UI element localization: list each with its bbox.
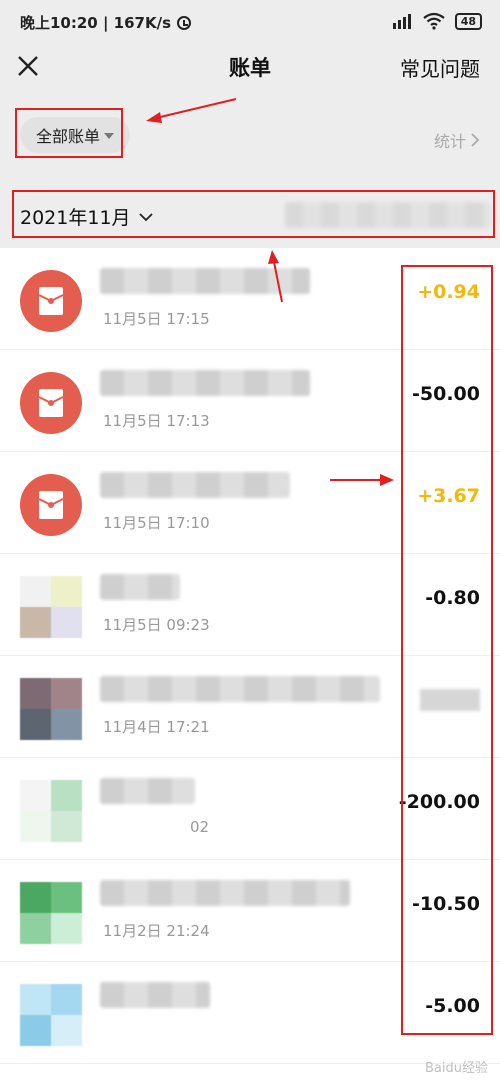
chevron-right-icon [471, 133, 480, 147]
month-picker[interactable]: 2021年11月 [20, 203, 153, 230]
avatar-icon [20, 882, 82, 944]
bill-name-blurred [100, 472, 290, 498]
bill-time: 02 [190, 818, 210, 836]
bill-name-blurred [100, 268, 310, 294]
bill-row[interactable]: 11月5日 17:15 +0.94 [0, 248, 500, 350]
bill-amount: -10.50 [412, 893, 480, 915]
bill-time: 11月4日 17:21 [103, 718, 210, 736]
status-bar: 晚上10:20 | 167K/s 48 [0, 0, 500, 44]
bill-amount: -5.00 [425, 995, 480, 1017]
battery-level: 48 [460, 14, 476, 28]
bill-amount: -0.80 [425, 587, 480, 609]
bill-time: 11月5日 17:15 [103, 310, 210, 328]
battery-icon: 48 [454, 12, 482, 30]
bill-amount: +3.67 [417, 485, 480, 507]
avatar-icon [20, 678, 82, 740]
avatar-icon [20, 780, 82, 842]
bill-row[interactable]: 11月5日 09:23 -0.80 [0, 554, 500, 656]
bill-name-blurred [100, 370, 310, 396]
bill-type-label: 全部账单 [35, 127, 100, 146]
status-left: 晚上10:20 | 167K/s [20, 12, 192, 33]
month-row: 2021年11月 [0, 180, 500, 248]
chevron-down-icon [138, 212, 153, 221]
bill-name-blurred [100, 574, 180, 600]
bill-time: 11月5日 17:10 [103, 514, 210, 532]
bill-row[interactable]: 11月5日 17:10 +3.67 [0, 452, 500, 554]
red-packet-icon [20, 372, 82, 434]
bill-row[interactable]: 11月2日 21:24 -10.50 [0, 860, 500, 962]
red-packet-icon [20, 474, 82, 536]
bill-amount: -50.00 [412, 383, 480, 405]
signal-icon [392, 14, 411, 29]
month-summary-blurred [285, 202, 490, 228]
bill-row[interactable]: -5.00 [0, 962, 500, 1064]
bill-amount: +0.94 [417, 281, 480, 303]
red-packet-icon [20, 270, 82, 332]
watermark: Baidu经验 [425, 1061, 488, 1076]
bill-name-blurred [100, 982, 210, 1008]
stats-link[interactable]: 统计 [434, 128, 480, 152]
status-time-speed: 晚上10:20 | 167K/s [20, 14, 172, 32]
top-bar: 账单 常见问题 [0, 44, 500, 90]
bill-type-dropdown[interactable]: 全部账单 [20, 117, 130, 153]
wifi-icon [423, 12, 445, 30]
avatar-icon [20, 576, 82, 638]
faq-link[interactable]: 常见问题 [400, 53, 480, 82]
filter-row: 全部账单 统计 [0, 90, 500, 180]
bill-name-blurred [100, 880, 350, 906]
alarm-icon [177, 15, 192, 30]
month-label: 2021年11月 [20, 207, 131, 229]
stats-label: 统计 [433, 132, 466, 151]
bill-name-blurred [100, 778, 195, 804]
bill-time: 11月5日 17:13 [103, 412, 210, 430]
status-right: 48 [391, 12, 482, 30]
bill-time: 11月2日 21:24 [103, 922, 210, 940]
bill-list: 11月5日 17:15 +0.94 11月5日 17:13 -50.00 11月… [0, 248, 500, 1064]
bill-row[interactable]: 11月4日 17:21 [0, 656, 500, 758]
bill-name-blurred [100, 676, 380, 702]
bill-row[interactable]: 11月5日 17:13 -50.00 [0, 350, 500, 452]
bill-time: 11月5日 09:23 [103, 616, 210, 634]
bill-amount: -200.00 [398, 791, 480, 813]
bill-amount-blurred [420, 689, 480, 711]
avatar-icon [20, 984, 82, 1046]
caret-down-icon [104, 133, 114, 139]
bill-row[interactable]: 02 -200.00 [0, 758, 500, 860]
